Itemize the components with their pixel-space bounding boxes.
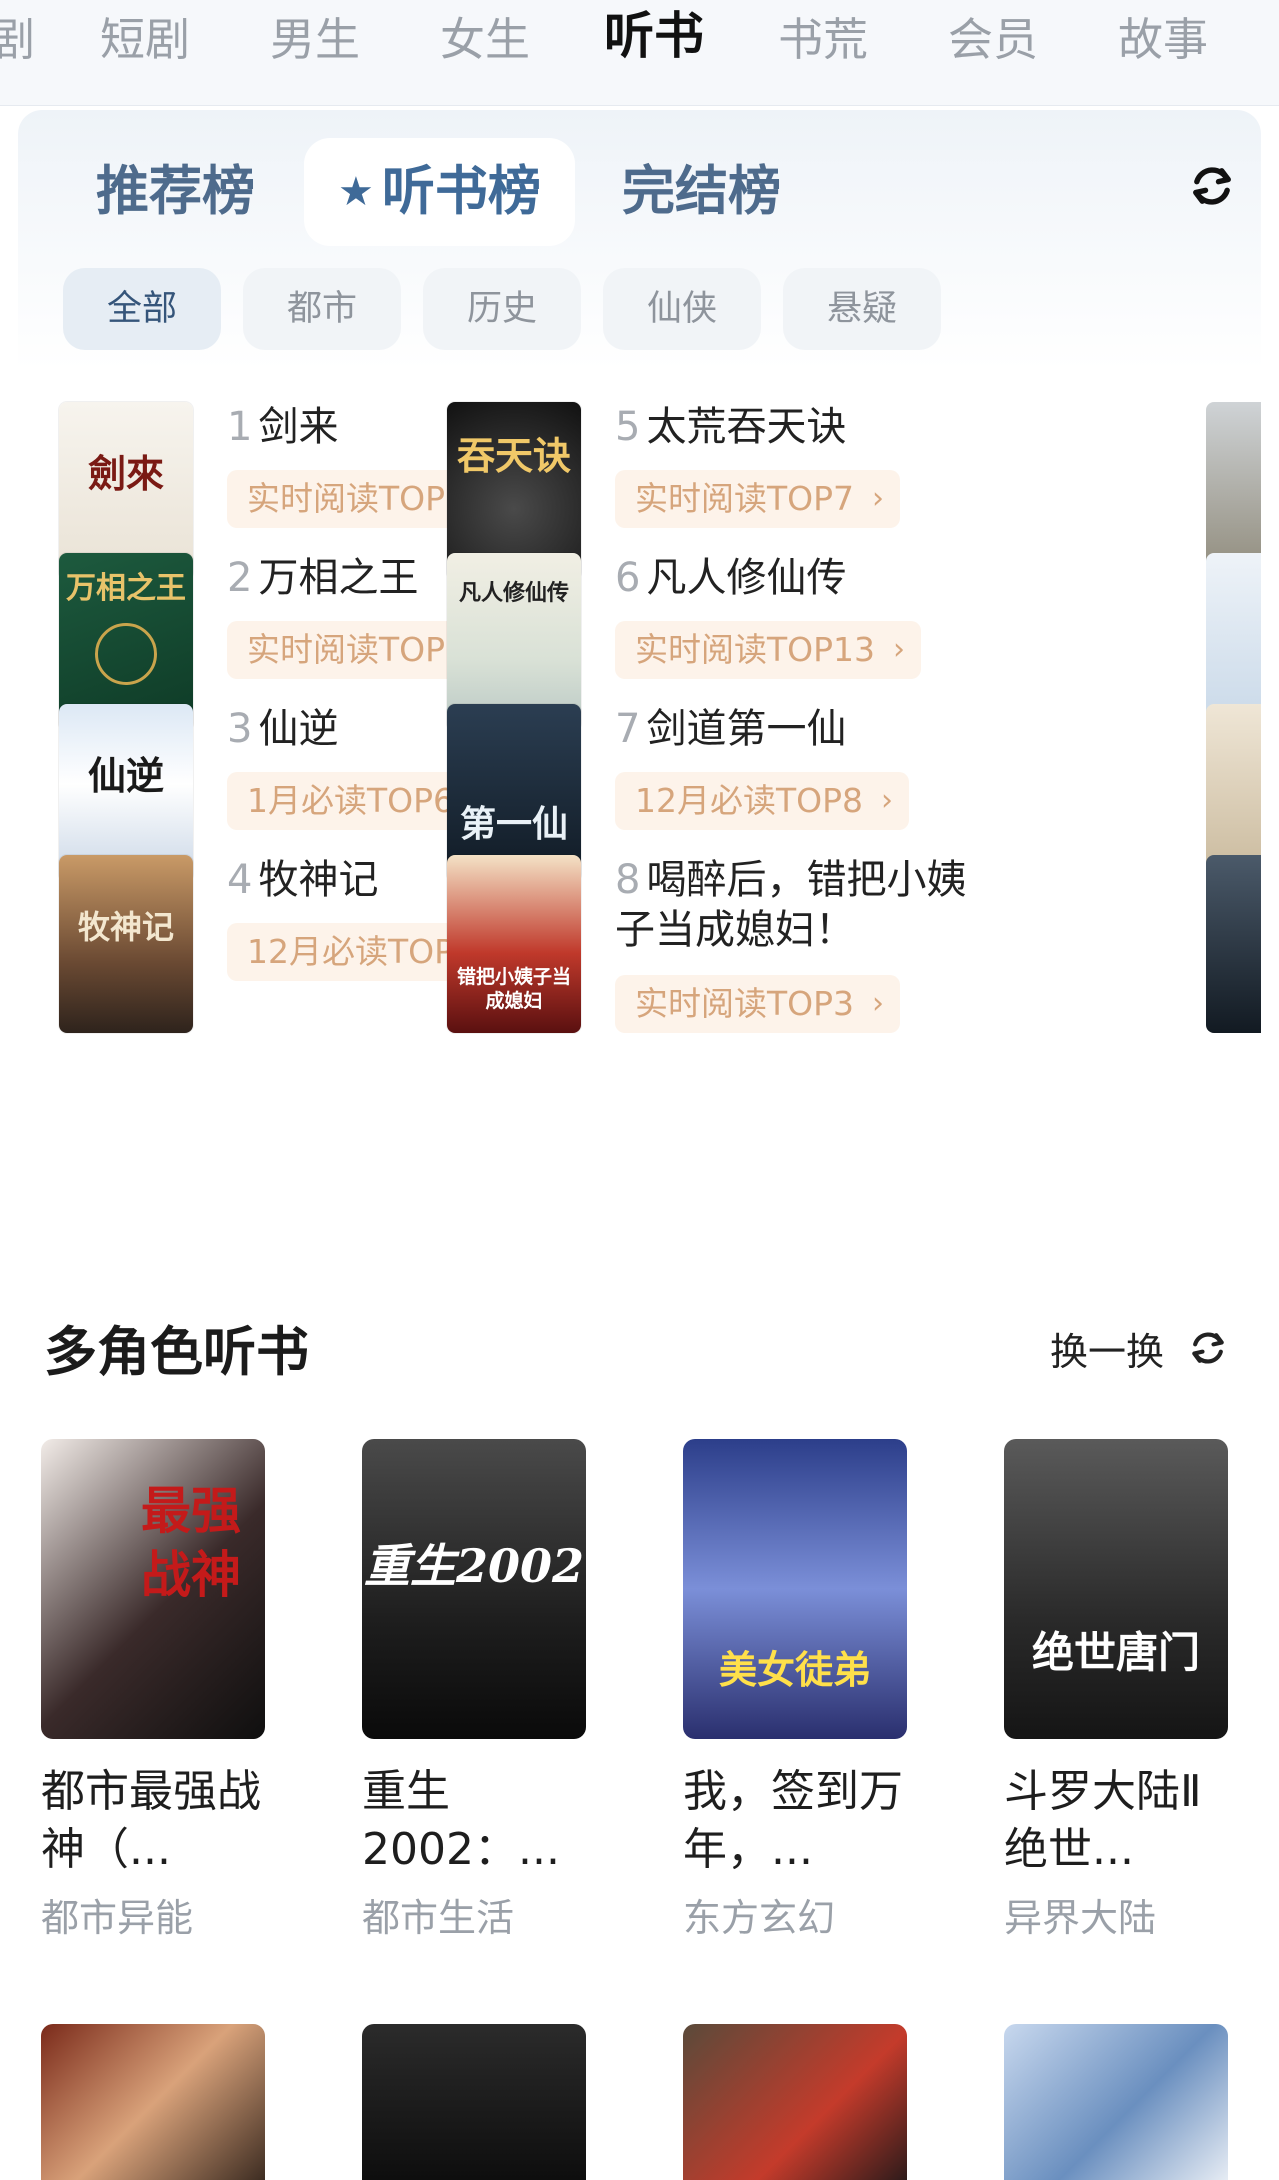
book-title: 7 剑道第一仙 (615, 706, 847, 752)
book-genre: 都市异能 (41, 1896, 194, 1940)
refresh-icon[interactable] (1186, 160, 1238, 212)
board-tab-audiobook-label: 听书榜 (381, 161, 541, 222)
book-cover: 最强战神 (41, 1439, 265, 1739)
tab-audiobook[interactable]: 听书 (604, 4, 704, 68)
category-history[interactable]: 历史 (423, 268, 581, 350)
book-cover[interactable] (683, 2024, 907, 2180)
ranking-card: 推荐榜 ★ 听书榜 完结榜 全部 都市 历史 仙侠 悬疑 劍來 1 剑来 实时阅读T… (18, 110, 1261, 1255)
tab-male[interactable]: 男生 (270, 8, 360, 72)
category-urban[interactable]: 都市 (243, 268, 401, 350)
refresh-icon[interactable] (1186, 1326, 1230, 1370)
book-cover[interactable] (362, 2024, 586, 2180)
star-icon: ★ (338, 169, 374, 215)
audiobook-card[interactable]: 美女徒弟 我，签到万年，... 东方玄幻 (683, 1439, 909, 1943)
board-tab-audiobook[interactable]: ★ 听书榜 (304, 138, 575, 246)
chevron-right-icon: › (872, 481, 885, 516)
book-genre: 异界大陆 (1004, 1896, 1157, 1940)
book-title: 都市最强战神（... (41, 1766, 261, 1875)
rank-badge[interactable]: 实时阅读TOP13 › (615, 621, 922, 679)
book-title: 我，签到万年，... (683, 1766, 903, 1875)
book-cover[interactable] (1004, 2024, 1228, 2180)
rank-book-item[interactable]: 错把小姨子当成媳妇 8 喝醉后，错把小姨子当成媳妇！ 实时阅读TOP3 › (447, 855, 1007, 1085)
category-mystery[interactable]: 悬疑 (783, 268, 941, 350)
book-cover: 错把小姨子当成媳妇 (447, 855, 581, 1033)
board-tab-finished[interactable]: 完结榜 (622, 138, 781, 246)
audiobook-card[interactable]: 最强战神 都市最强战神（... 都市异能 (41, 1439, 267, 1943)
chevron-right-icon: › (881, 783, 894, 818)
book-cover: 美女徒弟 (683, 1439, 907, 1739)
book-genre: 都市生活 (362, 1896, 515, 1940)
audiobook-card[interactable]: 绝世唐门 斗罗大陆Ⅱ绝世... 异界大陆 (1004, 1439, 1230, 1943)
audiobook-card[interactable]: 重生2002 重生2002：... 都市生活 (362, 1439, 588, 1943)
channel-tab-bar: 剧 短剧 男生 女生 听书 书荒 会员 故事 (0, 0, 1279, 106)
category-all[interactable]: 全部 (63, 268, 221, 350)
tab-short-drama[interactable]: 短剧 (100, 8, 190, 72)
chevron-right-icon: › (893, 632, 906, 667)
book-title: 重生2002：... (362, 1766, 560, 1875)
rank-badge[interactable]: 实时阅读TOP7 › (615, 470, 901, 528)
category-xianxia[interactable]: 仙侠 (603, 268, 761, 350)
book-genre: 东方玄幻 (683, 1896, 836, 1940)
tab-book-shortage[interactable]: 书荒 (778, 8, 868, 72)
chevron-right-icon: › (872, 986, 885, 1021)
tab-drama[interactable]: 剧 (0, 8, 35, 72)
tab-female[interactable]: 女生 (440, 8, 530, 72)
rank-badge[interactable]: 12月必读TOP8 › (615, 772, 910, 830)
section-title: 多角色听书 (44, 1322, 309, 1383)
book-cover: 绝世唐门 (1004, 1439, 1228, 1739)
book-title: 8 喝醉后，错把小姨子当成媳妇！ (615, 857, 967, 953)
book-title: 6 凡人修仙传 (615, 555, 847, 601)
tab-vip[interactable]: 会员 (948, 8, 1038, 72)
tab-story[interactable]: 故事 (1118, 8, 1208, 72)
book-title: 斗罗大陆Ⅱ绝世... (1004, 1766, 1202, 1875)
book-title: 5 太荒吞天诀 (615, 404, 847, 450)
book-cover: 重生2002 (362, 1439, 586, 1739)
rank-badge[interactable]: 实时阅读TOP3 › (615, 975, 901, 1033)
book-cover[interactable] (41, 2024, 265, 2180)
board-tab-recommend[interactable]: 推荐榜 (96, 138, 255, 246)
swap-button[interactable]: 换一换 (1050, 1322, 1164, 1382)
book-cover-peek[interactable] (1206, 855, 1261, 1033)
book-cover: 牧神记 (59, 855, 193, 1033)
